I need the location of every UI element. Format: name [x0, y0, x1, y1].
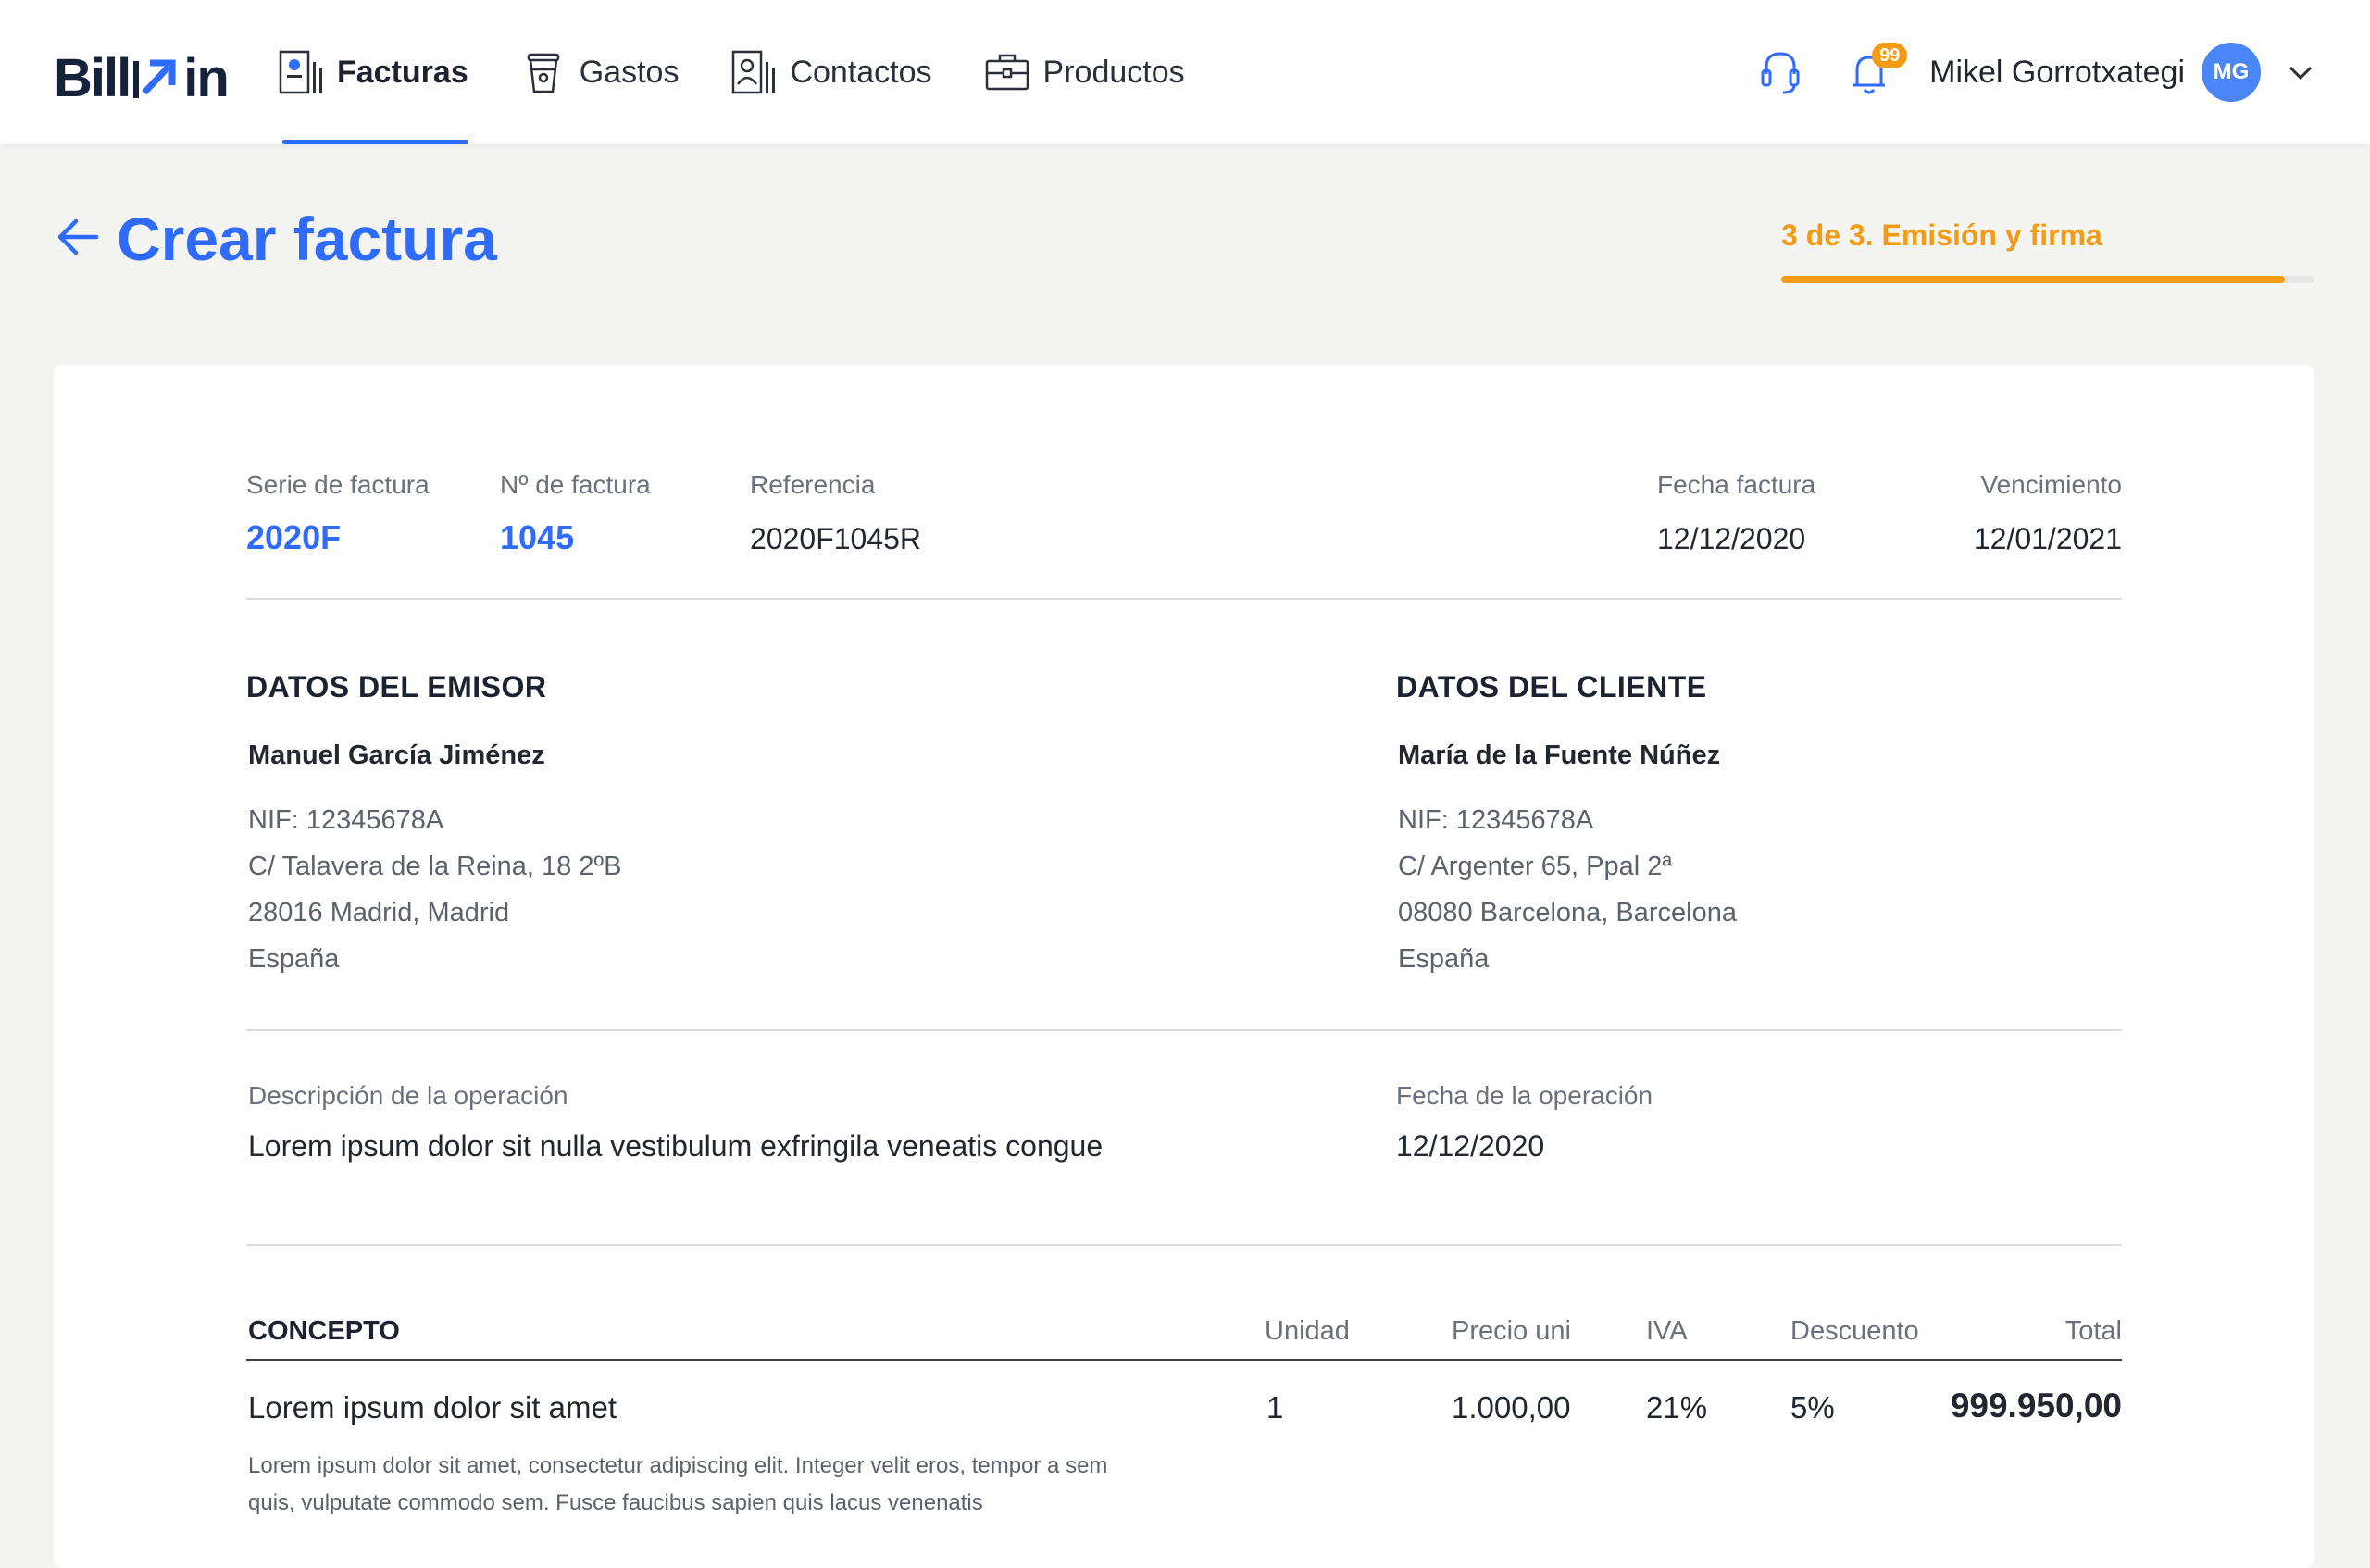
- nav-item-contactos[interactable]: Contactos: [730, 0, 932, 144]
- notifications-button[interactable]: 99: [1846, 43, 1908, 98]
- notifications-badge: 99: [1872, 43, 1908, 68]
- top-navigation-bar: Bill in Facturas Gastos Contactos Produc…: [0, 0, 2370, 144]
- client-nif: NIF: 12345678A: [1398, 805, 1594, 835]
- invoice-number-value: 1045: [500, 518, 575, 556]
- divider: [246, 1029, 2122, 1031]
- due-date-value: 12/01/2021: [1973, 522, 2122, 555]
- invoice-number-label: Nº de factura: [500, 470, 651, 499]
- invoice-date-label: Fecha factura: [1657, 470, 1816, 499]
- divider: [246, 598, 2122, 600]
- row-unit: 1: [1266, 1390, 1284, 1425]
- issuer-section-title: DATOS DEL EMISOR: [246, 670, 547, 703]
- nav-item-gastos[interactable]: Gastos: [520, 0, 680, 144]
- table-header-discount: Descuento: [1790, 1316, 1919, 1346]
- row-price: 1.000,00: [1452, 1390, 1571, 1425]
- issuer-nif: NIF: 12345678A: [248, 805, 444, 835]
- table-header-vat: IVA: [1646, 1316, 1688, 1346]
- issuer-country: España: [248, 944, 340, 974]
- page-title: Crear factura: [117, 205, 497, 273]
- table-header-concept: CONCEPTO: [248, 1316, 400, 1346]
- header-tools: 99 Mikel Gorrotxategi MG: [1757, 0, 2316, 144]
- billin-logo[interactable]: Bill in: [54, 47, 230, 108]
- table-header-unit: Unidad: [1265, 1316, 1350, 1346]
- avatar[interactable]: MG: [2202, 43, 2261, 102]
- nav-item-productos[interactable]: Productos: [984, 0, 1185, 144]
- operation-description-value: Lorem ipsum dolor sit nulla vestibulum e…: [248, 1129, 1104, 1163]
- table-header-total: Total: [2064, 1316, 2122, 1346]
- issuer-address: C/ Talavera de la Reina, 18 2ºB: [248, 852, 622, 881]
- due-date-label: Vencimiento: [1980, 470, 2122, 499]
- row-discount: 5%: [1790, 1390, 1835, 1425]
- nav-item-facturas[interactable]: Facturas: [278, 0, 468, 144]
- support-button[interactable]: [1757, 46, 1803, 98]
- nav-label-productos: Productos: [1042, 54, 1185, 90]
- row-total: 999.950,00: [1950, 1387, 2122, 1425]
- issuer-name: Manuel García Jiménez: [248, 740, 545, 770]
- user-name[interactable]: Mikel Gorrotxategi: [1929, 55, 2185, 91]
- operation-date-value: 12/12/2020: [1396, 1129, 1545, 1163]
- row-description: Lorem ipsum dolor sit amet, consectetur …: [248, 1453, 1108, 1515]
- nav-label-gastos: Gastos: [579, 54, 680, 90]
- row-vat: 21%: [1646, 1390, 1708, 1425]
- logo-text-right: in: [183, 47, 230, 108]
- nav-label-contactos: Contactos: [790, 54, 932, 90]
- invoice-icon: [279, 50, 322, 94]
- contacts-icon: [732, 50, 776, 94]
- invoice-date-value: 12/12/2020: [1657, 522, 1806, 555]
- client-name: María de la Fuente Núñez: [1398, 740, 1721, 770]
- logo-arrow-icon: [133, 59, 176, 98]
- step-progress-bar: [1781, 276, 2314, 283]
- series-value: 2020F: [246, 518, 342, 556]
- table-header-divider: [246, 1359, 2122, 1361]
- divider: [246, 1244, 2122, 1246]
- row-concept: Lorem ipsum dolor sit amet: [248, 1390, 617, 1425]
- main-nav: Facturas Gastos Contactos Productos: [278, 0, 1237, 144]
- series-label: Serie de factura: [246, 470, 430, 499]
- client-address: C/ Argenter 65, Ppal 2ª: [1398, 852, 1673, 881]
- reference-value: 2020F1045R: [750, 522, 922, 555]
- reference-label: Referencia: [750, 470, 876, 499]
- chevron-down-icon[interactable]: [2285, 56, 2316, 88]
- issuer-city: 28016 Madrid, Madrid: [248, 898, 510, 927]
- operation-date-label: Fecha de la operación: [1396, 1081, 1653, 1110]
- client-country: España: [1398, 944, 1490, 974]
- briefcase-icon: [985, 54, 1029, 91]
- client-section-title: DATOS DEL CLIENTE: [1396, 670, 1707, 703]
- cup-icon: [527, 53, 559, 93]
- logo-text-left: Bill: [54, 47, 131, 108]
- client-city: 08080 Barcelona, Barcelona: [1398, 898, 1737, 927]
- back-arrow-icon[interactable]: [54, 213, 102, 261]
- nav-label-facturas: Facturas: [337, 54, 468, 90]
- invoice-card: Serie de factura 2020F Nº de factura 104…: [54, 365, 2314, 1568]
- step-indicator-label: 3 de 3. Emisión y firma: [1781, 218, 2102, 252]
- table-header-price: Precio uni: [1452, 1316, 1571, 1346]
- headset-icon: [1761, 52, 1800, 94]
- operation-description-label: Descripción de la operación: [248, 1081, 568, 1110]
- step-progress-fill: [1781, 276, 2286, 283]
